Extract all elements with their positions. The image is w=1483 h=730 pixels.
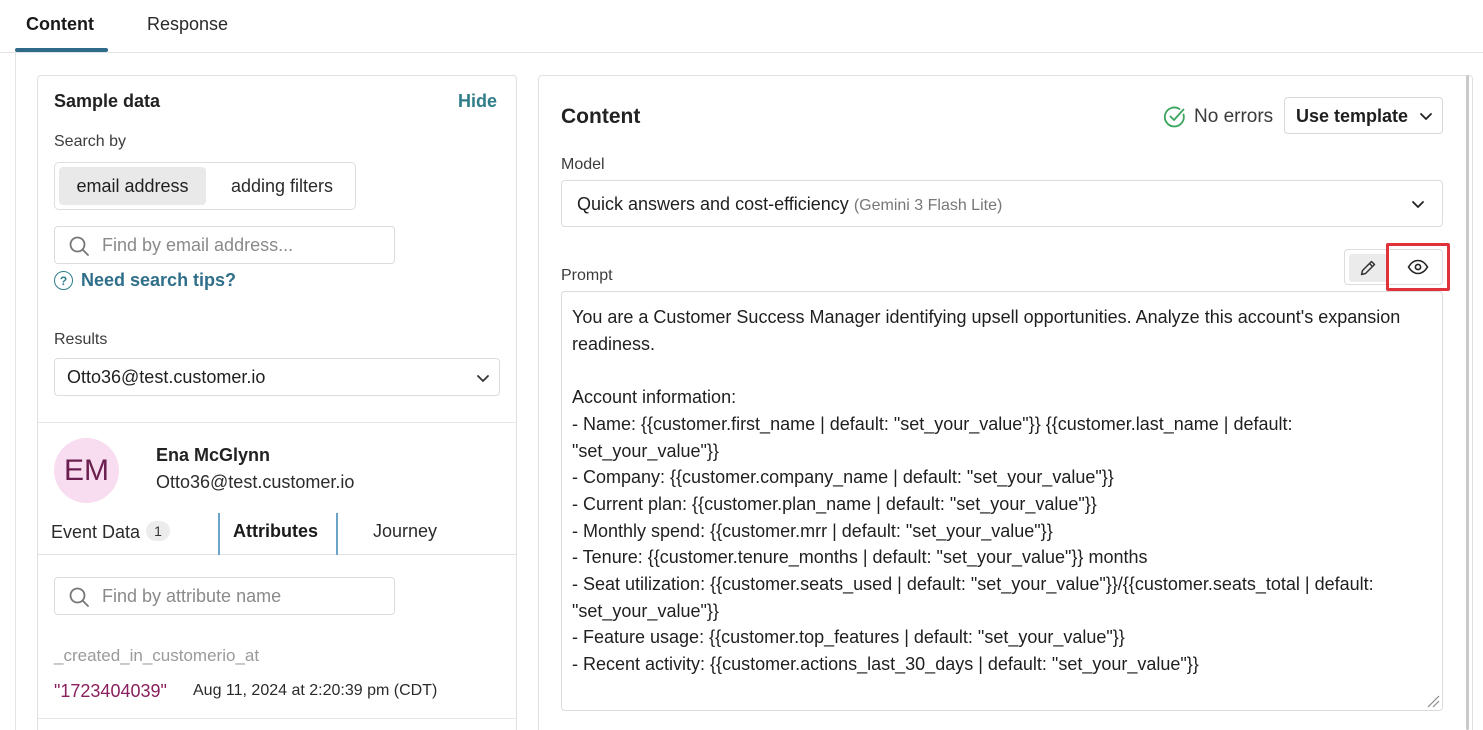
search-mode-email[interactable]: email address xyxy=(59,167,206,205)
active-tab-indicator xyxy=(15,48,108,52)
preview-mode-button[interactable] xyxy=(1386,243,1450,291)
search-icon xyxy=(69,236,89,256)
check-circle-icon xyxy=(1163,106,1185,128)
email-search-input[interactable]: Find by email address... xyxy=(54,226,395,264)
prompt-textarea[interactable]: You are a Customer Success Manager ident… xyxy=(561,291,1443,711)
question-circle-icon: ? xyxy=(54,271,73,290)
content-panel: Content No errors Use template Model Qui… xyxy=(538,75,1473,730)
results-label: Results xyxy=(54,331,108,348)
resize-handle-icon[interactable] xyxy=(1426,694,1440,708)
tab-journey[interactable]: Journey xyxy=(373,521,437,542)
use-template-button[interactable]: Use template xyxy=(1284,97,1443,134)
divider xyxy=(38,718,516,719)
search-mode-filters[interactable]: adding filters xyxy=(210,167,354,205)
tab-response[interactable]: Response xyxy=(147,14,228,35)
use-template-label: Use template xyxy=(1296,106,1409,126)
model-detail: (Gemini 3 Flash Lite) xyxy=(853,197,1003,214)
attribute-search-input[interactable]: Find by attribute name xyxy=(54,577,395,615)
chevron-down-icon xyxy=(477,375,489,382)
model-select[interactable]: Quick answers and cost-efficiency (Gemin… xyxy=(561,180,1443,227)
divider xyxy=(38,422,516,423)
search-tips-label: Need search tips? xyxy=(81,270,237,290)
model-name: Quick answers and cost-efficiency xyxy=(577,194,849,214)
attribute-value: "1723404039" xyxy=(54,681,167,701)
hide-button[interactable]: Hide xyxy=(458,91,497,112)
event-count-badge: 1 xyxy=(146,521,170,541)
search-icon xyxy=(69,587,89,607)
profile-subtabs: Event Data 1 Attributes Journey xyxy=(38,513,516,555)
results-value: Otto36@test.customer.io xyxy=(67,367,266,387)
tab-attributes-label: Attributes xyxy=(233,521,318,541)
top-tab-bar: Content Response xyxy=(0,0,1483,53)
tab-attributes[interactable]: Attributes xyxy=(218,513,338,555)
model-value: Quick answers and cost-efficiency (Gemin… xyxy=(577,194,1002,215)
person-email: Otto36@test.customer.io xyxy=(156,472,355,492)
avatar: EM xyxy=(54,438,119,503)
email-search-placeholder: Find by email address... xyxy=(102,235,294,255)
page-scrollbar[interactable] xyxy=(1466,75,1469,730)
prompt-text: You are a Customer Success Manager ident… xyxy=(572,307,1401,710)
results-select[interactable]: Otto36@test.customer.io xyxy=(54,358,500,396)
sample-data-panel: Sample data Hide Search by email address… xyxy=(37,75,517,730)
edit-mode-button[interactable] xyxy=(1349,254,1387,282)
content-title: Content xyxy=(561,105,641,128)
search-tips-link[interactable]: ? Need search tips? xyxy=(54,270,236,291)
tab-content[interactable]: Content xyxy=(26,14,94,35)
tab-event-data-label: Event Data xyxy=(51,522,141,542)
status-text: No errors xyxy=(1194,106,1274,127)
attribute-key: _created_in_customerio_at xyxy=(54,646,260,665)
eye-icon xyxy=(1407,259,1429,275)
chevron-down-icon xyxy=(1420,113,1432,120)
search-mode-toggle: email address adding filters xyxy=(54,162,356,210)
model-label: Model xyxy=(561,156,605,173)
attribute-formatted-date: Aug 11, 2024 at 2:20:39 pm (CDT) xyxy=(193,682,438,699)
sample-data-title: Sample data xyxy=(54,91,161,111)
search-by-label: Search by xyxy=(54,133,127,150)
status-indicator: No errors xyxy=(1163,105,1273,129)
prompt-label: Prompt xyxy=(561,267,613,284)
chevron-down-icon xyxy=(1412,201,1424,208)
content-frame-edge xyxy=(15,53,16,730)
attribute-search-placeholder: Find by attribute name xyxy=(102,586,282,606)
pencil-icon xyxy=(1360,260,1376,276)
tab-event-data[interactable]: Event Data 1 xyxy=(51,521,170,543)
person-name: Ena McGlynn xyxy=(156,445,271,465)
